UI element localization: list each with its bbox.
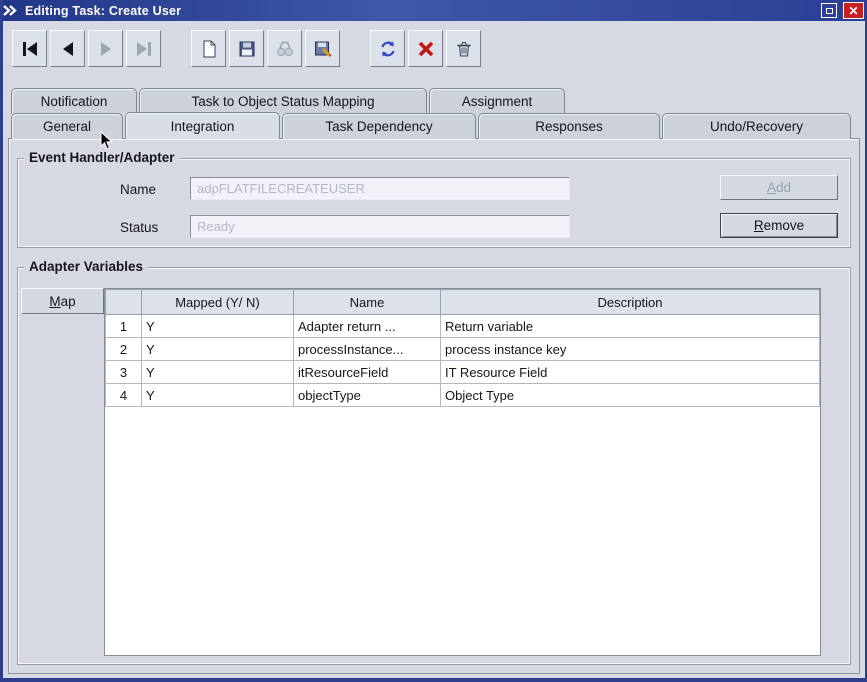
trash-button[interactable] xyxy=(446,30,481,67)
previous-record-button[interactable] xyxy=(50,30,85,67)
tab-row-primary: General Integration Task Dependency Resp… xyxy=(11,112,851,139)
table-cell: Y xyxy=(141,314,294,338)
last-record-icon xyxy=(136,41,151,56)
adapter-variables-header-row: Mapped (Y/ N) Name Description xyxy=(105,289,820,315)
save-form-icon xyxy=(239,41,254,56)
tab-responses[interactable]: Responses xyxy=(478,113,660,139)
table-cell: processInstance... xyxy=(293,337,441,361)
first-record-icon xyxy=(22,41,37,56)
new-form-icon xyxy=(203,40,215,57)
tab-notification[interactable]: Notification xyxy=(11,88,137,114)
last-record-button xyxy=(126,30,161,67)
table-cell: Return variable xyxy=(440,314,820,338)
new-form-button[interactable] xyxy=(191,30,226,67)
tab-task-to-object-status-mapping[interactable]: Task to Object Status Mapping xyxy=(139,88,427,114)
integration-tab-panel: Event Handler/Adapter Name Status Add Re… xyxy=(8,138,860,674)
delete-icon xyxy=(418,41,433,56)
app-chevrons-icon xyxy=(3,3,19,18)
row-header-column[interactable] xyxy=(105,289,142,315)
row-number-cell: 3 xyxy=(105,360,142,384)
table-cell: IT Resource Field xyxy=(440,360,820,384)
first-record-button[interactable] xyxy=(12,30,47,67)
tab-assignment[interactable]: Assignment xyxy=(429,88,565,114)
remove-button[interactable]: Remove xyxy=(720,213,838,238)
table-cell: Y xyxy=(141,383,294,407)
refresh-button[interactable] xyxy=(370,30,405,67)
close-button[interactable]: ✕ xyxy=(843,2,864,19)
tab-row-secondary: Notification Task to Object Status Mappi… xyxy=(11,88,565,114)
map-button[interactable]: Map xyxy=(21,288,104,314)
table-cell: Y xyxy=(141,337,294,361)
row-number-cell: 4 xyxy=(105,383,142,407)
add-button: Add xyxy=(720,175,838,200)
editing-task-window: Editing Task: Create User ✕ Notification… xyxy=(0,0,867,682)
mouse-cursor xyxy=(100,130,114,154)
delete-button[interactable] xyxy=(408,30,443,67)
next-record-button xyxy=(88,30,123,67)
restore-icon xyxy=(825,7,833,14)
column-header[interactable]: Mapped (Y/ N) xyxy=(141,289,294,315)
tab-task-dependency[interactable]: Task Dependency xyxy=(282,113,476,139)
name-field xyxy=(190,177,570,200)
name-label: Name xyxy=(120,182,157,197)
table-row[interactable]: 2 YprocessInstance... process instance key xyxy=(105,337,820,361)
column-header[interactable]: Name xyxy=(293,289,441,315)
restore-button[interactable] xyxy=(821,3,837,18)
table-row[interactable]: 4 YobjectType Object Type xyxy=(105,383,820,407)
table-cell: itResourceField xyxy=(293,360,441,384)
previous-record-icon xyxy=(62,41,73,56)
window-title: Editing Task: Create User xyxy=(25,3,182,18)
adapter-variables-group: Adapter Variables Map Mapped (Y/ N) Name D… xyxy=(17,259,851,665)
column-header[interactable]: Description xyxy=(440,289,820,315)
table-cell: process instance key xyxy=(440,337,820,361)
table-cell: objectType xyxy=(293,383,441,407)
tab-undo-recovery[interactable]: Undo/Recovery xyxy=(662,113,851,139)
table-cell: Adapter return ... xyxy=(293,314,441,338)
title-bar: Editing Task: Create User ✕ xyxy=(3,0,865,21)
next-record-icon xyxy=(100,41,111,56)
table-row[interactable]: 3 YitResourceField IT Resource Field xyxy=(105,360,820,384)
event-handler-adapter-group: Event Handler/Adapter Name Status Add Re… xyxy=(17,150,851,248)
refresh-icon xyxy=(380,41,395,56)
adapter-variables-legend: Adapter Variables xyxy=(24,259,149,274)
save-as-button[interactable] xyxy=(305,30,340,67)
close-icon: ✕ xyxy=(848,3,859,18)
row-number-cell: 1 xyxy=(105,314,142,338)
adapter-variables-table[interactable]: Mapped (Y/ N) Name Description 1 Y Adapter r… xyxy=(104,288,821,656)
row-number-cell: 2 xyxy=(105,337,142,361)
tab-integration[interactable]: Integration xyxy=(125,112,280,139)
find-button xyxy=(267,30,302,67)
status-field xyxy=(190,215,570,238)
toolbar xyxy=(12,30,511,67)
adapter-variables-tbody: 1 Y Adapter return ... Return variable 2 Ypro… xyxy=(105,314,820,407)
table-cell: Object Type xyxy=(440,383,820,407)
table-cell: Y xyxy=(141,360,294,384)
table-row[interactable]: 1 Y Adapter return ... Return variable xyxy=(105,314,820,338)
save-as-icon xyxy=(314,41,331,57)
trash-icon xyxy=(457,41,470,56)
status-label: Status xyxy=(120,220,159,235)
find-icon xyxy=(276,41,293,56)
save-form-button[interactable] xyxy=(229,30,264,67)
